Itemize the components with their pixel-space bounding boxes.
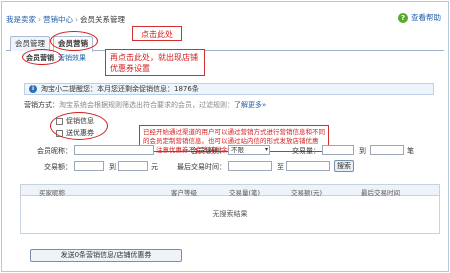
- trade-amount-label: 交易额：: [44, 163, 72, 171]
- col-buyer-nick: 买家昵称: [39, 189, 65, 197]
- send-marketing-button[interactable]: 发送0条营销信息/店铺优惠券: [30, 249, 182, 262]
- trade-amount-max-input[interactable]: [118, 161, 148, 171]
- last-trade-label: 最后交易时间：: [177, 163, 226, 171]
- trade-amount-min-input[interactable]: [74, 161, 104, 171]
- member-level-select[interactable]: 不限: [228, 145, 270, 155]
- breadcrumb-sep: ›: [75, 15, 78, 24]
- method-label: 营销方式：: [24, 101, 59, 109]
- page-frame: 我是卖家 › 营销中心 › 会员关系管理 ? 查看帮助 会员管理 会员营销 点击此处 会…: [1, 1, 449, 272]
- trade-count-label: 交易量：: [292, 147, 320, 155]
- last-trade-end-input[interactable]: [286, 161, 330, 171]
- col-last-trade: 最后交易时间: [361, 189, 400, 197]
- callout-click-here: 点击此处: [132, 26, 182, 41]
- to-label: 到: [359, 147, 366, 155]
- trade-count-max-input[interactable]: [370, 145, 404, 155]
- highlight-ellipse: [22, 49, 62, 65]
- col-trade-amount: 交易额(元): [291, 189, 323, 197]
- info-icon: i: [29, 85, 37, 93]
- notice-bar: i 淘宝小二提醒您：本月您还剩余促销信息：1876条: [24, 83, 434, 95]
- marketing-method: 营销方式：淘宝系统会根据规则筛选出符合要求的会员，过滤规则：了解更多»: [24, 100, 266, 110]
- help-link[interactable]: ? 查看帮助: [398, 12, 441, 23]
- help-label: 查看帮助: [411, 13, 441, 22]
- last-trade-start-input[interactable]: [228, 161, 272, 171]
- subtab-marketing-effect[interactable]: 营销效果: [58, 53, 86, 63]
- breadcrumb-current: 会员关系管理: [80, 15, 125, 24]
- learn-more-link[interactable]: 了解更多»: [234, 101, 266, 109]
- highlight-ellipse: [50, 31, 98, 51]
- to-label: 到: [109, 163, 116, 171]
- breadcrumb-home[interactable]: 我是卖家: [6, 15, 36, 24]
- member-name-input[interactable]: [74, 145, 154, 155]
- member-level-label: 会员级别：: [191, 147, 226, 155]
- unit-bi-label: 笔: [407, 147, 414, 155]
- to2-label: 至: [277, 163, 284, 171]
- breadcrumb: 我是卖家 › 营销中心 › 会员关系管理: [6, 14, 125, 25]
- col-customer-level: 客户等级: [171, 189, 197, 197]
- col-trade-count: 交易量(笔): [229, 189, 261, 197]
- notice-text: 淘宝小二提醒您：本月您还剩余促销信息：1876条: [41, 85, 199, 93]
- member-name-label: 会员昵称：: [37, 147, 72, 155]
- method-text: 淘宝系统会根据规则筛选出符合要求的会员，过滤规则：: [59, 101, 234, 109]
- results-table: 买家昵称 客户等级 交易量(笔) 交易额(元) 最后交易时间 无搜索结果: [20, 184, 440, 234]
- empty-result: 无搜索结果: [212, 210, 248, 218]
- trade-count-min-input[interactable]: [322, 145, 354, 155]
- breadcrumb-center[interactable]: 营销中心: [43, 15, 73, 24]
- table-header: 买家昵称 客户等级 交易量(笔) 交易额(元) 最后交易时间: [21, 185, 439, 197]
- unit-yuan-label: 元: [151, 163, 158, 171]
- callout-click-again: 再点击此处，就出现店铺优惠券设置: [105, 49, 205, 76]
- breadcrumb-sep: ›: [38, 15, 41, 24]
- highlight-ellipse: [50, 112, 108, 140]
- help-icon: ?: [398, 12, 408, 23]
- search-button[interactable]: 搜索: [334, 160, 354, 172]
